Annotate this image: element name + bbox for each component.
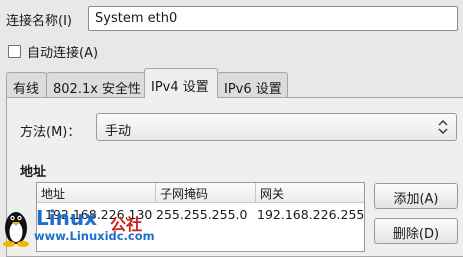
auto-connect-checkbox[interactable]: [8, 45, 21, 58]
tab-ipv4-label: IPv4 设置: [151, 80, 209, 95]
row-gateway[interactable]: 192.168.226.255: [257, 207, 364, 222]
tab-wired[interactable]: 有线: [6, 72, 47, 97]
column-header-gateway[interactable]: 网关: [256, 183, 364, 203]
method-select-value: 手动: [105, 124, 132, 139]
tab-ipv6-settings[interactable]: IPv6 设置: [217, 72, 288, 97]
select-arrows-icon: [438, 120, 448, 134]
tab-8021x-label: 802.1x 安全性: [53, 82, 142, 97]
watermark-brand: Linux: [36, 206, 97, 230]
tab-ipv6-label: IPv6 设置: [224, 82, 282, 97]
address-section-heading: 地址: [20, 165, 47, 180]
watermark-url: www.Linuxidc.com: [34, 229, 155, 243]
add-button-label: 添加(A): [393, 192, 439, 207]
connection-name-input[interactable]: [88, 6, 458, 31]
tab-8021x-security[interactable]: 802.1x 安全性: [46, 72, 145, 97]
column-header-gateway-label: 网关: [260, 187, 285, 201]
auto-connect-label: 自动连接(A): [27, 46, 99, 61]
delete-button-label: 删除(D): [392, 227, 440, 242]
method-label: 方法(M)：: [20, 125, 81, 140]
tab-wired-label: 有线: [13, 82, 40, 97]
tab-ipv4-settings[interactable]: IPv4 设置: [144, 68, 218, 98]
delete-address-button[interactable]: 删除(D): [374, 218, 458, 244]
auto-connect-row[interactable]: 自动连接(A): [8, 42, 98, 61]
connection-name-label: 连接名称(I): [6, 14, 72, 29]
method-select[interactable]: 手动: [96, 113, 457, 141]
add-address-button[interactable]: 添加(A): [374, 183, 458, 209]
